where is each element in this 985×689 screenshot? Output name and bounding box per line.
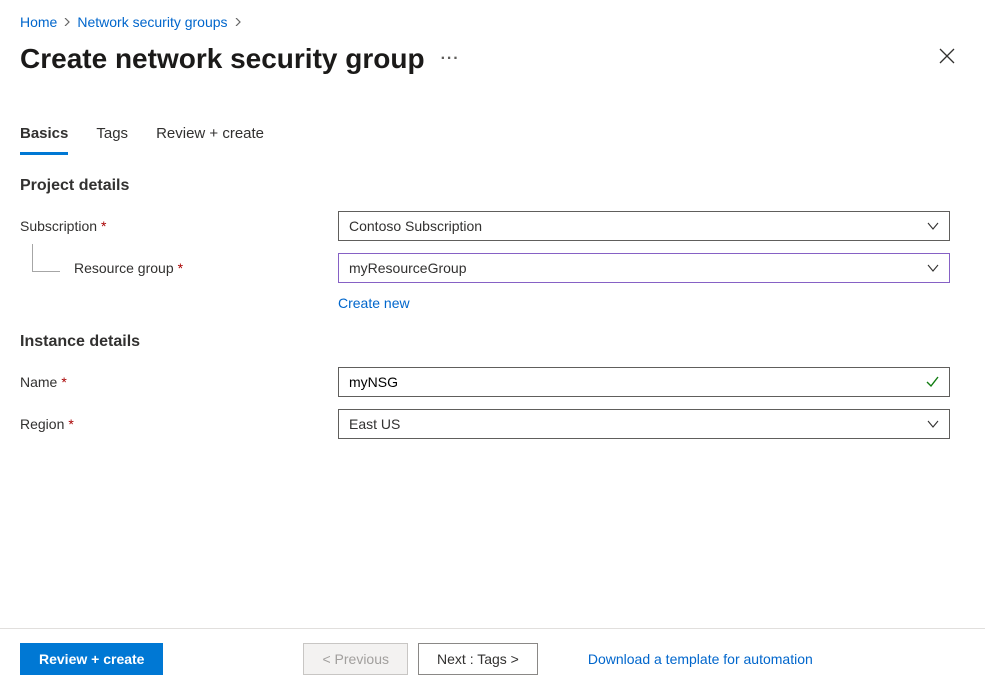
subscription-value: Contoso Subscription bbox=[339, 214, 917, 238]
subscription-label: Subscription * bbox=[20, 218, 338, 234]
download-template-link[interactable]: Download a template for automation bbox=[588, 651, 813, 667]
review-create-button[interactable]: Review + create bbox=[20, 643, 163, 675]
breadcrumb-nsg-list[interactable]: Network security groups bbox=[77, 14, 227, 30]
required-icon: * bbox=[61, 374, 66, 390]
breadcrumb-home[interactable]: Home bbox=[20, 14, 57, 30]
field-resource-group: Resource group * myResourceGroup bbox=[0, 247, 985, 289]
page-title: Create network security group ··· bbox=[20, 43, 460, 75]
previous-button: < Previous bbox=[303, 643, 408, 675]
chevron-down-icon bbox=[917, 220, 949, 232]
footer: Review + create < Previous Next : Tags >… bbox=[0, 628, 985, 689]
required-icon: * bbox=[101, 218, 106, 234]
breadcrumb: Home Network security groups bbox=[0, 0, 985, 38]
page-header: Create network security group ··· bbox=[0, 38, 985, 83]
field-region: Region * East US bbox=[0, 403, 985, 445]
checkmark-icon bbox=[915, 375, 949, 389]
tab-basics[interactable]: Basics bbox=[20, 125, 68, 155]
subscription-select[interactable]: Contoso Subscription bbox=[338, 211, 950, 241]
tab-review-create[interactable]: Review + create bbox=[156, 125, 264, 155]
name-input[interactable] bbox=[339, 370, 915, 394]
tabs: Basics Tags Review + create bbox=[0, 83, 985, 155]
name-label: Name * bbox=[20, 374, 338, 390]
chevron-right-icon bbox=[63, 15, 71, 29]
name-input-wrap bbox=[338, 367, 950, 397]
create-new-resource-group-link[interactable]: Create new bbox=[338, 289, 410, 311]
chevron-right-icon bbox=[234, 15, 242, 29]
required-icon: * bbox=[68, 416, 73, 432]
page-title-text: Create network security group bbox=[20, 43, 425, 75]
region-value: East US bbox=[339, 412, 917, 436]
resource-group-value: myResourceGroup bbox=[339, 256, 917, 280]
resource-group-label: Resource group * bbox=[20, 260, 338, 276]
field-name: Name * bbox=[0, 361, 985, 403]
chevron-down-icon bbox=[917, 418, 949, 430]
section-project-details: Project details bbox=[0, 155, 985, 205]
resource-group-select[interactable]: myResourceGroup bbox=[338, 253, 950, 283]
field-subscription: Subscription * Contoso Subscription bbox=[0, 205, 985, 247]
more-icon[interactable]: ··· bbox=[441, 50, 460, 68]
region-label: Region * bbox=[20, 416, 338, 432]
region-select[interactable]: East US bbox=[338, 409, 950, 439]
section-instance-details: Instance details bbox=[0, 311, 985, 361]
tree-connector-icon bbox=[32, 244, 60, 272]
chevron-down-icon bbox=[917, 262, 949, 274]
tab-tags[interactable]: Tags bbox=[96, 125, 128, 155]
required-icon: * bbox=[178, 260, 183, 276]
close-icon[interactable] bbox=[929, 42, 965, 75]
next-button[interactable]: Next : Tags > bbox=[418, 643, 538, 675]
